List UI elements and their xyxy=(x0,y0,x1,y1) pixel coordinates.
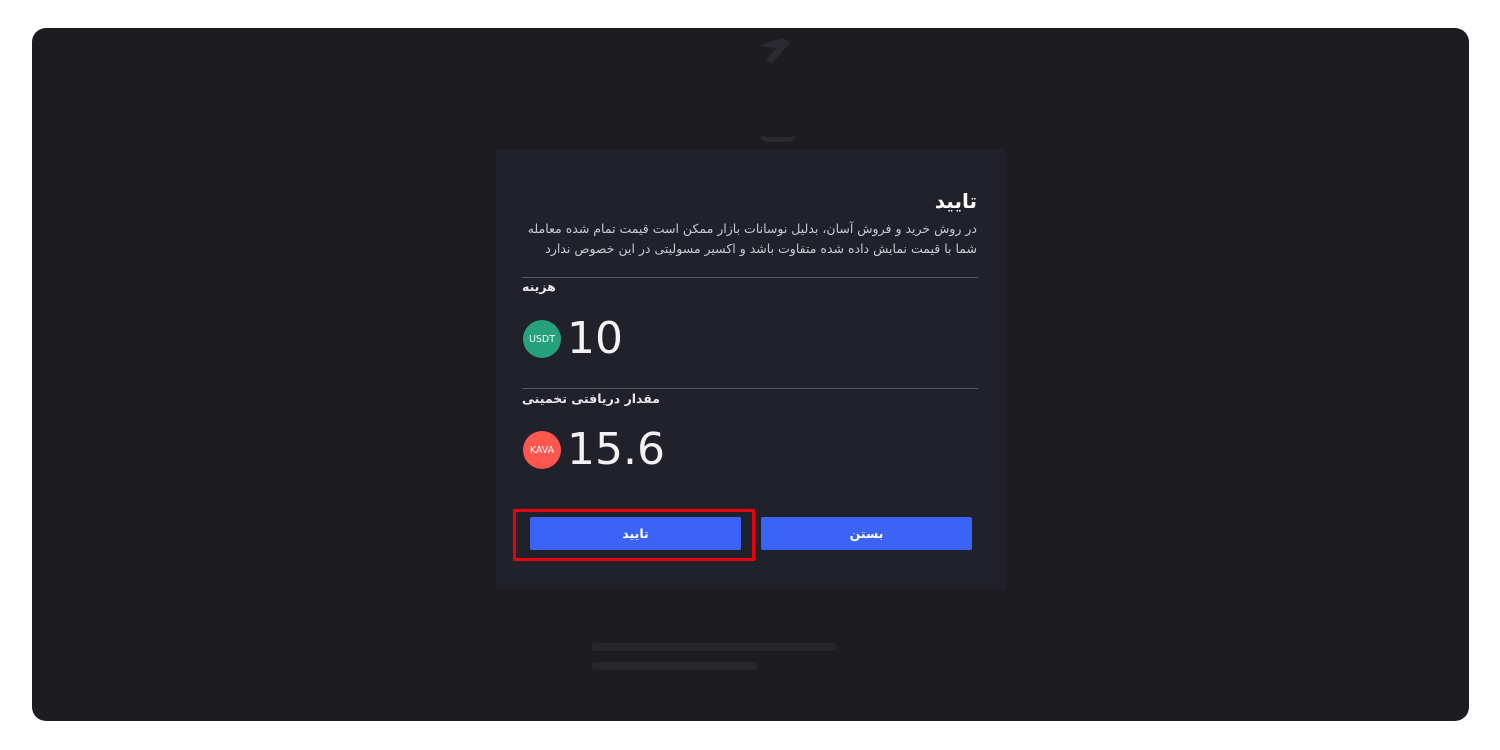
confirm-button-highlight xyxy=(513,509,755,561)
background-text-line xyxy=(592,662,757,670)
cost-amount-row: USDT 10 xyxy=(523,315,623,363)
estimate-coin-symbol: KAVA xyxy=(529,444,555,456)
cost-value: 10 xyxy=(567,313,623,364)
cost-coin-symbol: USDT xyxy=(528,333,556,345)
close-button[interactable]: بستن xyxy=(761,517,972,550)
estimate-amount-row: KAVA 15.6 xyxy=(523,426,665,474)
background-text-line xyxy=(592,643,837,651)
estimate-value: 15.6 xyxy=(567,424,665,475)
dialog-description: در روش خرید و فروش آسان، بدلیل نوسانات ب… xyxy=(527,221,977,256)
divider xyxy=(522,277,978,278)
kava-coin-icon: KAVA xyxy=(523,431,561,469)
dialog-title: تایید xyxy=(934,189,977,213)
usdt-coin-icon: USDT xyxy=(523,320,561,358)
brand-mark xyxy=(760,123,796,142)
logo-icon xyxy=(758,38,790,64)
estimate-label: مقدار دریافتی تخمینی xyxy=(522,391,661,406)
cost-label: هزینه xyxy=(522,279,556,294)
divider xyxy=(522,388,978,389)
